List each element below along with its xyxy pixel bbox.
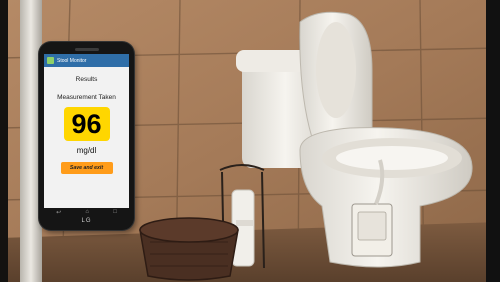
results-heading: Results (75, 76, 98, 83)
frame-edge-left (0, 0, 8, 282)
smartphone: Stool Monitor Results Measurement Taken … (39, 42, 134, 230)
phone-speaker (75, 48, 99, 51)
phone-screen: Stool Monitor Results Measurement Taken … (44, 54, 129, 208)
save-and-exit-button[interactable]: Save and exit (60, 162, 113, 174)
recent-apps-icon[interactable]: □ (113, 209, 117, 215)
app-title: Stool Monitor (57, 57, 87, 64)
frame-edge-right (486, 0, 500, 282)
app-bar: Stool Monitor (44, 54, 129, 67)
phone-nav-bar: ↩ ⌂ □ (44, 208, 129, 216)
phone-brand: LG (81, 218, 92, 224)
measurement-unit: mg/dl (76, 146, 97, 155)
home-icon[interactable]: ⌂ (85, 209, 89, 215)
app-icon (47, 57, 54, 64)
back-icon[interactable]: ↩ (56, 209, 61, 216)
measurement-value: 96 (63, 107, 110, 141)
photo-scene: Stool Monitor Results Measurement Taken … (0, 0, 500, 282)
measurement-label: Measurement Taken (57, 94, 116, 101)
